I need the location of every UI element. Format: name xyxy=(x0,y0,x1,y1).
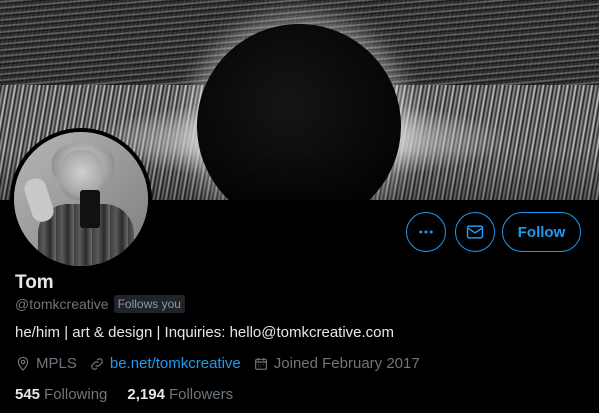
followers-label: Followers xyxy=(168,386,234,403)
avatar-phone xyxy=(80,190,100,228)
profile-handle: @tomkcreative xyxy=(15,296,109,312)
profile-name: Tom xyxy=(15,272,54,293)
message-button[interactable] xyxy=(455,212,495,252)
followers-stat[interactable]: 2,194 Followers xyxy=(127,386,233,403)
follow-button[interactable]: Follow xyxy=(502,212,581,252)
follows-you-badge: Follows you xyxy=(113,295,185,313)
profile-bio: he/him | art & design | Inquiries: hello… xyxy=(15,324,395,341)
website-item[interactable]: be.net/tomkcreative xyxy=(89,355,241,372)
link-icon xyxy=(91,357,103,370)
following-stat[interactable]: 545 Following xyxy=(15,386,107,403)
followers-count: 2,194 xyxy=(127,386,165,403)
avatar[interactable] xyxy=(10,128,152,270)
stats-row: 545 Following 2,194 Followers xyxy=(15,386,233,403)
joined-item: Joined February 2017 xyxy=(253,355,420,372)
more-icon xyxy=(419,230,433,234)
website-link[interactable]: be.net/tomkcreative xyxy=(110,355,241,372)
handle-row: @tomkcreative Follows you xyxy=(15,295,185,313)
location-item: MPLS xyxy=(15,355,77,372)
calendar-icon xyxy=(254,357,267,370)
location-text: MPLS xyxy=(36,355,77,372)
more-button[interactable] xyxy=(406,212,446,252)
following-count: 545 xyxy=(15,386,41,403)
location-icon xyxy=(17,356,29,371)
following-label: Following xyxy=(44,386,108,403)
mail-icon xyxy=(466,225,484,239)
joined-text: Joined February 2017 xyxy=(273,355,420,372)
profile-meta: MPLS be.net/tomkcreative Joined February… xyxy=(15,355,420,372)
